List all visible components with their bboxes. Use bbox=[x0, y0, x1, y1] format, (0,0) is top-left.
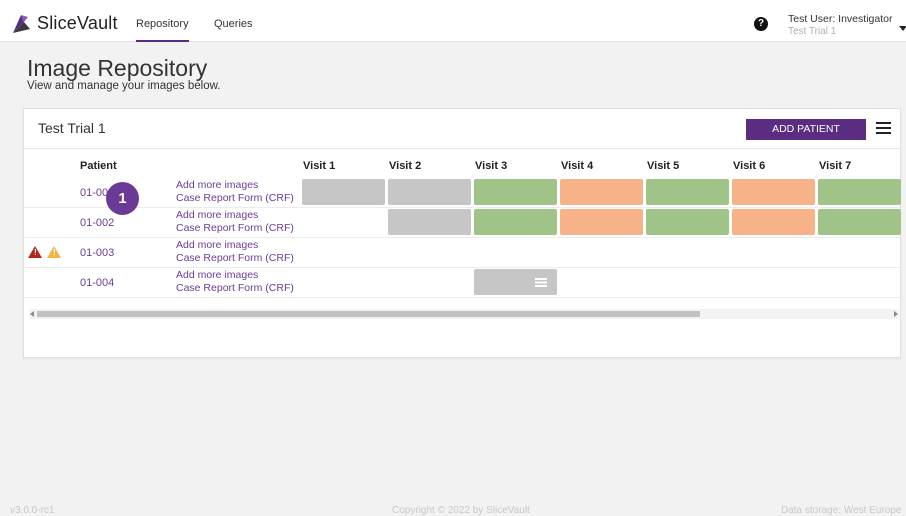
visit-cell[interactable] bbox=[732, 209, 815, 235]
row-links: Add more images Case Report Form (CRF) bbox=[176, 209, 294, 235]
crf-link[interactable]: Case Report Form (CRF) bbox=[176, 192, 294, 205]
add-more-images-link[interactable]: Add more images bbox=[176, 239, 294, 252]
tab-repository[interactable]: Repository bbox=[136, 18, 189, 42]
card-title: Test Trial 1 bbox=[38, 120, 106, 136]
slicevault-logo-icon[interactable] bbox=[10, 13, 32, 35]
crf-link[interactable]: Case Report Form (CRF) bbox=[176, 282, 294, 295]
row-links: Add more images Case Report Form (CRF) bbox=[176, 239, 294, 265]
crf-link[interactable]: Case Report Form (CRF) bbox=[176, 252, 294, 265]
visit-cell[interactable] bbox=[818, 179, 901, 205]
column-header-visit-1: Visit 1 bbox=[303, 160, 336, 172]
warning-icon[interactable]: ! bbox=[47, 246, 61, 258]
visit-cell[interactable] bbox=[388, 179, 471, 205]
row-links: Add more images Case Report Form (CRF) bbox=[176, 179, 294, 205]
scrollbar-thumb[interactable] bbox=[37, 311, 700, 317]
chevron-down-icon[interactable] bbox=[899, 26, 906, 31]
column-header-patient: Patient bbox=[80, 160, 117, 172]
visit-cell[interactable] bbox=[302, 179, 385, 205]
column-header-visit-5: Visit 5 bbox=[647, 160, 680, 172]
brand-name[interactable]: SliceVault bbox=[37, 13, 118, 34]
visit-cell[interactable] bbox=[474, 179, 557, 205]
table-row: 01-002 Add more images Case Report Form … bbox=[24, 208, 901, 238]
help-icon[interactable]: ? bbox=[754, 17, 768, 31]
footer-copyright: Copyright © 2022 by SliceVault bbox=[392, 505, 530, 516]
visit-cell[interactable] bbox=[388, 209, 471, 235]
error-warning-icon[interactable]: ! bbox=[28, 246, 42, 258]
footer-version: v3.0.0-rc1 bbox=[10, 505, 55, 516]
column-header-visit-4: Visit 4 bbox=[561, 160, 594, 172]
table-row: 01-004 Add more images Case Report Form … bbox=[24, 268, 900, 298]
visit-cell[interactable] bbox=[818, 209, 901, 235]
trial-card: Test Trial 1 ADD PATIENT Patient Visit 1… bbox=[23, 108, 901, 358]
horizontal-scrollbar[interactable] bbox=[29, 309, 899, 319]
scroll-left-icon[interactable] bbox=[30, 311, 34, 317]
table-row: ! ! 01-003 Add more images Case Report F… bbox=[24, 238, 900, 268]
patient-id-link[interactable]: 01-004 bbox=[80, 277, 114, 289]
column-header-visit-7: Visit 7 bbox=[819, 160, 852, 172]
hamburger-menu-icon[interactable] bbox=[876, 122, 891, 134]
visit-cell[interactable] bbox=[646, 179, 729, 205]
tab-queries[interactable]: Queries bbox=[214, 18, 253, 30]
patient-id-link[interactable]: 01-002 bbox=[80, 217, 114, 229]
visit-cell[interactable] bbox=[474, 269, 557, 295]
add-more-images-link[interactable]: Add more images bbox=[176, 209, 294, 222]
visit-cell[interactable] bbox=[560, 179, 643, 205]
add-more-images-link[interactable]: Add more images bbox=[176, 179, 294, 192]
step-badge: 1 bbox=[106, 182, 139, 215]
add-more-images-link[interactable]: Add more images bbox=[176, 269, 294, 282]
card-header: Test Trial 1 ADD PATIENT bbox=[24, 109, 900, 149]
user-name: Test User: Investigator bbox=[788, 13, 893, 25]
row-links: Add more images Case Report Form (CRF) bbox=[176, 269, 294, 295]
visit-cell[interactable] bbox=[732, 179, 815, 205]
visit-cell[interactable] bbox=[474, 209, 557, 235]
visit-cell[interactable] bbox=[560, 209, 643, 235]
add-patient-button[interactable]: ADD PATIENT bbox=[746, 119, 866, 140]
page-subtitle: View and manage your images below. bbox=[27, 80, 221, 92]
top-navbar: SliceVault Repository Queries ? Test Use… bbox=[0, 0, 906, 42]
column-header-visit-2: Visit 2 bbox=[389, 160, 422, 172]
patient-id-link[interactable]: 01-003 bbox=[80, 247, 114, 259]
table-row: 01-001 Add more images Case Report Form … bbox=[24, 178, 901, 208]
column-header-visit-3: Visit 3 bbox=[475, 160, 508, 172]
crf-link[interactable]: Case Report Form (CRF) bbox=[176, 222, 294, 235]
user-menu[interactable]: Test User: Investigator Test Trial 1 bbox=[788, 13, 892, 37]
footer-storage: Data storage: West Europe bbox=[781, 505, 902, 516]
column-header-visit-6: Visit 6 bbox=[733, 160, 766, 172]
user-trial: Test Trial 1 bbox=[788, 26, 837, 37]
list-icon bbox=[535, 278, 547, 287]
visit-cell[interactable] bbox=[646, 209, 729, 235]
scroll-right-icon[interactable] bbox=[894, 311, 898, 317]
page-title: Image Repository bbox=[27, 55, 208, 81]
